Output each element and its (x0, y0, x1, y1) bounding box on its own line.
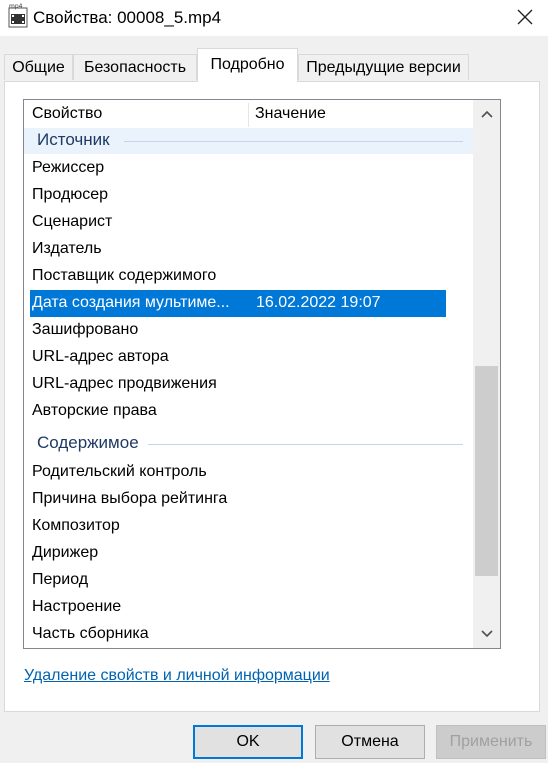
property-name: Период (32, 571, 89, 588)
apply-button[interactable]: Применить (436, 725, 546, 759)
tab-label: Общие (12, 59, 65, 76)
close-icon (517, 9, 533, 25)
tab-previous-versions[interactable]: Предыдущие версии (298, 54, 469, 80)
list-item[interactable]: Родительский контроль (30, 459, 446, 486)
close-button[interactable] (508, 2, 542, 32)
scroll-up-button[interactable] (473, 100, 500, 128)
property-name: URL-адрес продвижения (32, 375, 217, 392)
list-item[interactable]: Продюсер (30, 182, 446, 209)
list-item[interactable]: Дирижер (30, 540, 446, 567)
scrollbar-thumb[interactable] (475, 366, 498, 576)
column-header-property[interactable]: Свойство (32, 105, 102, 123)
property-name: Композитор (32, 517, 120, 534)
vertical-scrollbar[interactable] (473, 100, 500, 648)
property-name: Дата создания мультиме... (32, 294, 230, 311)
list-item[interactable]: Композитор (30, 513, 446, 540)
property-name: Зашифровано (32, 321, 139, 338)
group-header-source[interactable]: Источник (24, 128, 473, 154)
property-name: Издатель (32, 240, 102, 257)
scroll-down-button[interactable] (473, 620, 500, 648)
tab-details[interactable]: Подробно (197, 48, 298, 82)
video-file-icon: mp4 (8, 2, 28, 28)
chevron-up-icon (480, 110, 493, 118)
group-label: Источник (37, 130, 110, 149)
list-item[interactable]: Зашифровано (30, 317, 446, 344)
list-header: Свойство Значение (24, 100, 473, 128)
list-item[interactable]: Издатель (30, 236, 446, 263)
property-name: Сценарист (32, 213, 113, 230)
property-name: Поставщик содержимого (32, 267, 217, 284)
cancel-button[interactable]: Отмена (315, 725, 425, 759)
list-item[interactable]: Настроение (30, 594, 446, 621)
list-item[interactable]: Сценарист (30, 209, 446, 236)
list-item[interactable]: URL-адрес продвижения (30, 371, 446, 398)
chevron-down-icon (480, 630, 493, 638)
tab-general[interactable]: Общие (4, 54, 73, 80)
property-name: Причина выбора рейтинга (32, 490, 228, 507)
group-label: Содержимое (37, 433, 139, 452)
tab-label: Безопасность (83, 59, 187, 76)
column-header-value[interactable]: Значение (255, 105, 326, 123)
remove-properties-link[interactable]: Удаление свойств и личной информации (24, 667, 330, 685)
list-item[interactable]: Часть сборника (30, 621, 446, 648)
property-list[interactable]: Свойство Значение Источник Режиссер Прод… (23, 99, 501, 649)
property-name: Авторские права (32, 402, 157, 419)
list-item[interactable]: URL-адрес автора (30, 344, 446, 371)
list-item[interactable]: Период (30, 567, 446, 594)
property-name: Продюсер (32, 186, 109, 203)
group-divider (148, 444, 463, 445)
tab-label: Предыдущие версии (306, 59, 461, 76)
list-item[interactable]: Причина выбора рейтинга (30, 486, 446, 513)
list-item-selected[interactable]: Дата создания мультиме... 16.02.2022 19:0… (30, 290, 446, 317)
list-item[interactable]: Поставщик содержимого (30, 263, 446, 290)
property-name: Часть сборника (32, 625, 149, 642)
property-name: Родительский контроль (32, 463, 207, 480)
property-name: Режиссер (32, 159, 105, 176)
tab-label: Подробно (210, 56, 285, 73)
svg-text:mp4: mp4 (9, 3, 23, 10)
ok-button[interactable]: OK (193, 725, 303, 759)
property-value: 16.02.2022 19:07 (256, 294, 381, 311)
group-divider (124, 141, 463, 142)
column-divider[interactable] (248, 103, 249, 127)
title-bar: mp4 Свойства: 00008_5.mp4 (0, 0, 548, 36)
group-header-content[interactable]: Содержимое (24, 431, 473, 457)
property-name: URL-адрес автора (32, 348, 169, 365)
list-item[interactable]: Авторские права (30, 398, 446, 425)
property-name: Дирижер (32, 544, 99, 561)
window-title: Свойства: 00008_5.mp4 (33, 8, 222, 27)
property-name: Настроение (32, 598, 122, 615)
list-item[interactable]: Режиссер (30, 155, 446, 182)
tab-security[interactable]: Безопасность (73, 54, 197, 80)
